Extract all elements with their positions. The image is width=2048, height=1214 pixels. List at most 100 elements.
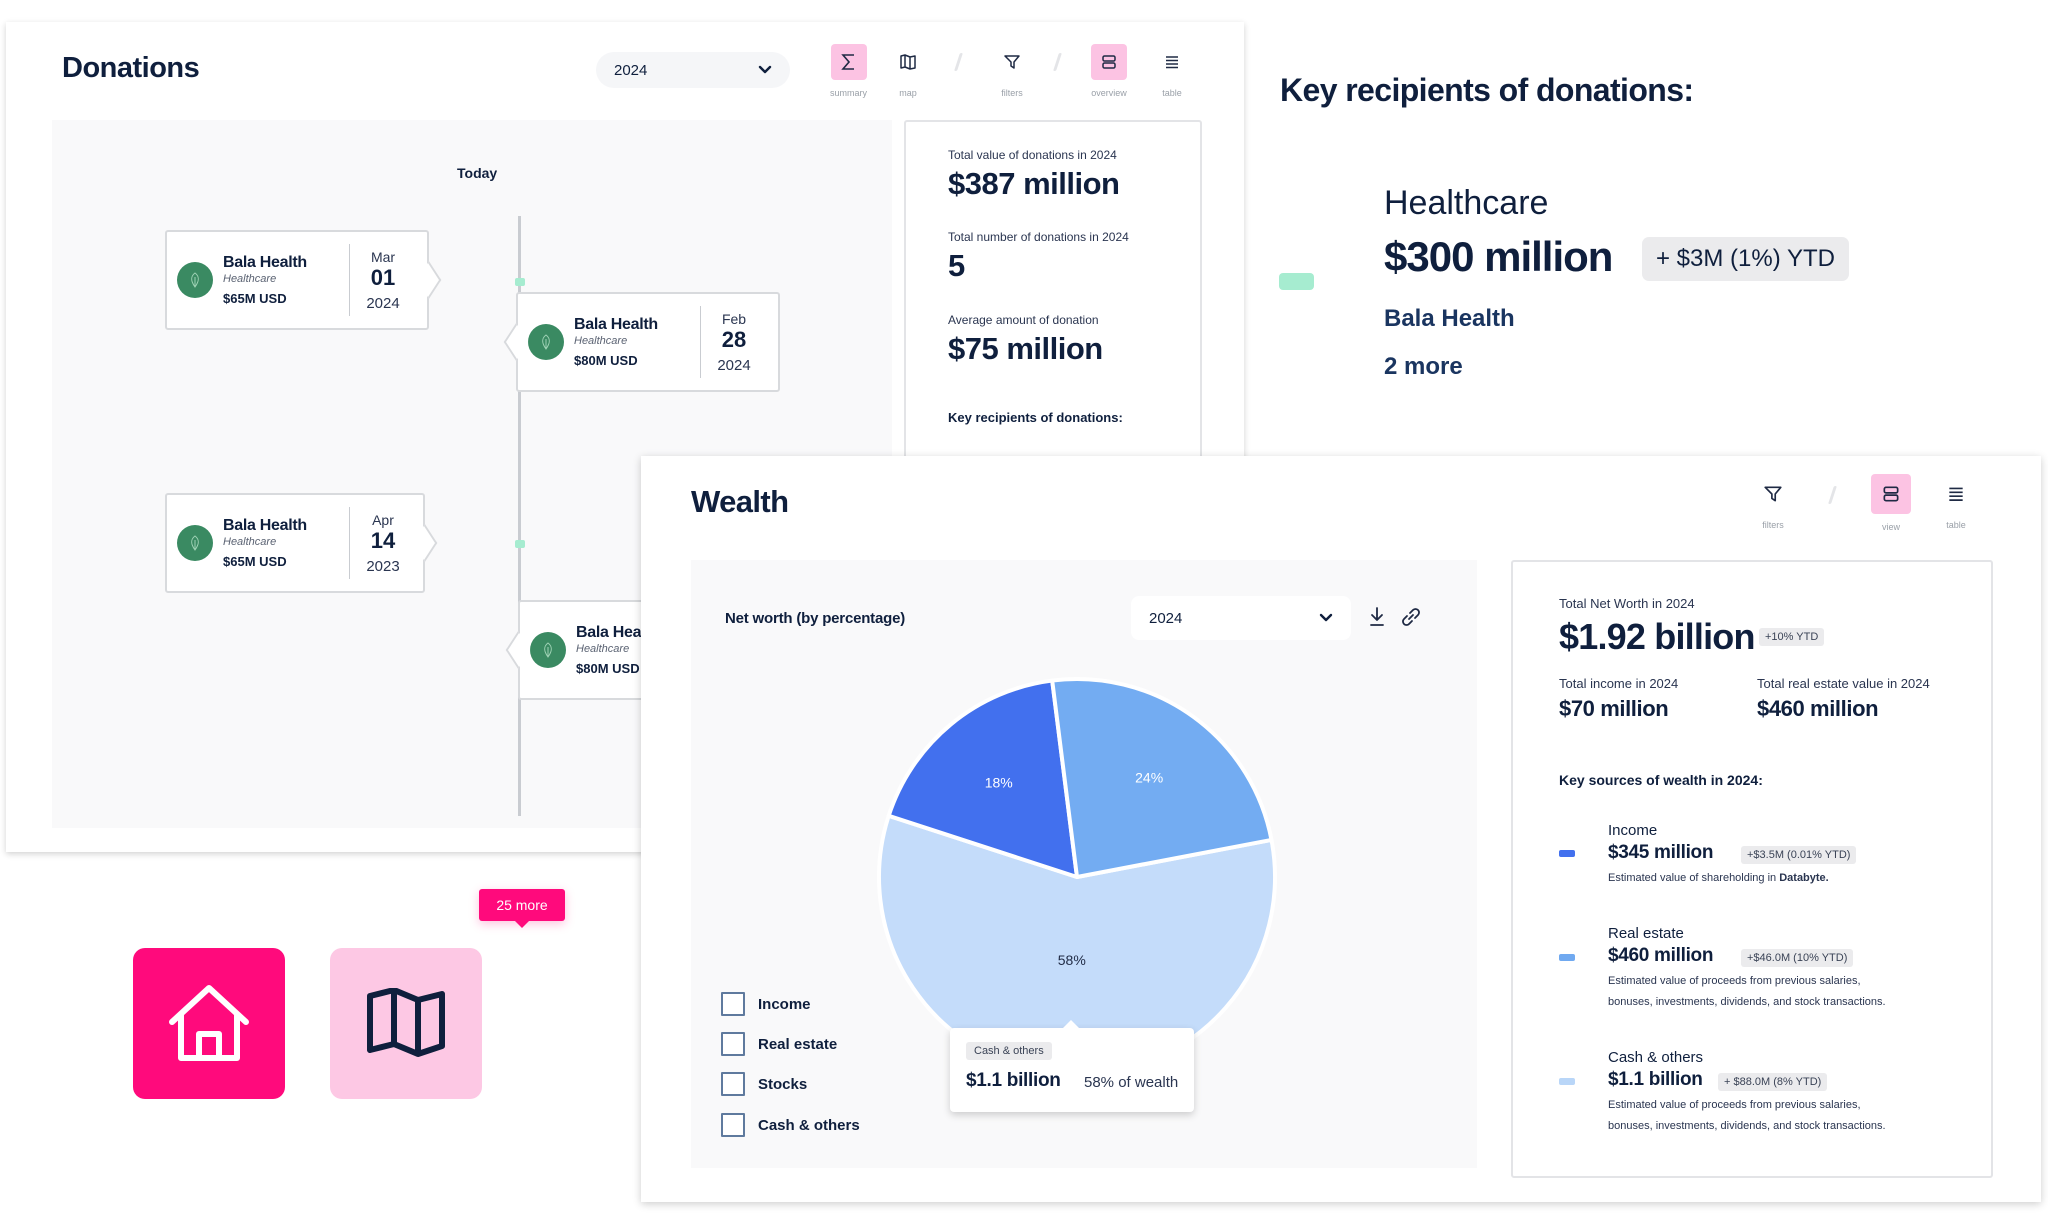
sigma-icon [840, 54, 854, 70]
toolbar-filters[interactable]: filters [1755, 476, 1791, 530]
toolbar-summary[interactable]: summary [830, 44, 867, 98]
home-tile-button[interactable] [133, 948, 285, 1099]
map-icon [367, 987, 445, 1057]
description-line: Estimated value of proceeds from previou… [1608, 1099, 1861, 1111]
income-label: Total income in 2024 [1559, 676, 1679, 691]
tooltip-category-tag: Cash & others [966, 1042, 1052, 1060]
list-icon [1949, 487, 1963, 501]
average-label: Average amount of donation [948, 313, 1099, 327]
real-estate-label: Total real estate value in 2024 [1757, 676, 1930, 691]
donation-amount: $65M USD [223, 554, 287, 569]
toolbar-table[interactable]: table [1938, 476, 1974, 530]
donation-card[interactable]: Bala Health Healthcare $65M USD Mar 01 2… [165, 230, 442, 330]
toolbar-table-label: table [1162, 88, 1182, 98]
source-name: Income [1608, 822, 1658, 839]
rows-icon [1102, 55, 1116, 69]
real-estate-value: $460 million [1757, 696, 1879, 721]
source-value: $460 million [1608, 945, 1714, 966]
toolbar-separator [1053, 53, 1062, 71]
card-pointer [412, 524, 438, 562]
donation-day: 28 [721, 326, 747, 352]
leaf-icon [544, 642, 552, 658]
recipient-category: Healthcare [223, 536, 277, 548]
recipient-category: Healthcare [223, 273, 277, 285]
recipient-logo [177, 262, 213, 298]
tooltip-percentage: 58% of wealth [1084, 1074, 1179, 1091]
home-icon [169, 984, 249, 1061]
legend-item-stocks[interactable]: Stocks [721, 1072, 807, 1096]
donation-amount: $65M USD [223, 291, 287, 306]
description-text: Estimated value of shareholding in [1608, 872, 1780, 884]
donations-year-select[interactable]: 2024 [596, 52, 790, 88]
donation-card[interactable]: Bala Health Healthcare $80M USD Feb 28 2… [503, 292, 780, 392]
source-value: $1.1 billion [1608, 1069, 1703, 1090]
more-donations-button[interactable]: 25 more [479, 889, 565, 928]
checkbox[interactable] [721, 1032, 745, 1056]
toolbar-overview[interactable]: overview [1091, 44, 1127, 98]
legend-item-income[interactable]: Income [721, 992, 811, 1016]
source-name: Real estate [1608, 925, 1684, 942]
donation-month: Mar [370, 248, 396, 265]
legend-item-real-estate[interactable]: Real estate [721, 1032, 837, 1056]
source-ytd-badge: +$46.0M (10% YTD) [1741, 949, 1854, 967]
recipient-name: Bala Health [223, 517, 307, 534]
legend-item-cash-others[interactable]: Cash & others [721, 1113, 860, 1137]
leaf-icon [191, 272, 199, 288]
timeline-marker [515, 540, 525, 548]
net-worth-chart-card: Net worth (by percentage) 2024 58% 18% 24%… [691, 560, 1477, 1168]
donation-amount: $80M USD [574, 353, 638, 368]
recipient-name-link[interactable]: Bala Health [1384, 305, 1515, 333]
more-recipients-link[interactable]: 2 more [1384, 353, 1463, 381]
donation-month: Apr [372, 511, 394, 528]
toolbar-view[interactable]: view [1871, 474, 1911, 532]
recipient-category: Healthcare [1384, 184, 1549, 222]
donation-day: 14 [370, 527, 396, 553]
donation-card[interactable]: Bala Health Healthcare $65M USD Apr 14 2… [165, 493, 438, 593]
toolbar-filters-label: filters [1001, 88, 1023, 98]
today-label: Today [457, 165, 498, 181]
pie-slice-label: 18% [985, 774, 1013, 790]
source-ytd-badge: +$3.5M (0.01% YTD) [1741, 846, 1857, 864]
description-line: bonuses, investments, dividends, and sto… [1608, 996, 1886, 1008]
total-value: $387 million [948, 166, 1120, 201]
income-value: $70 million [1559, 696, 1669, 721]
wealth-summary-card: Total Net Worth in 2024 $1.92 billion +1… [1511, 560, 1993, 1178]
source-swatch [1559, 954, 1575, 961]
toolbar-table[interactable]: table [1154, 44, 1190, 98]
donation-year: 2024 [366, 294, 400, 312]
timeline-marker [515, 278, 525, 286]
source-swatch [1559, 1078, 1575, 1085]
wealth-title: Wealth [691, 484, 789, 519]
checkbox[interactable] [721, 1113, 745, 1137]
toolbar-map[interactable]: map [890, 44, 926, 98]
recipient-total-value: $300 million [1384, 233, 1613, 280]
map-tile-button[interactable] [330, 948, 482, 1099]
recipient-logo [528, 324, 564, 360]
total-count: 5 [948, 248, 965, 283]
source-description: Estimated value of proceeds from previou… [1608, 1095, 1886, 1137]
card-pointer [416, 261, 442, 299]
total-count-label: Total number of donations in 2024 [948, 230, 1129, 244]
toolbar-table-label: table [1946, 520, 1966, 530]
donation-year: 2024 [717, 356, 751, 374]
rows-icon [1883, 486, 1899, 502]
leaf-icon [542, 334, 550, 350]
category-swatch [1279, 273, 1314, 290]
ytd-badge: + $3M (1%) YTD [1642, 237, 1849, 281]
recipient-category: Healthcare [574, 335, 628, 347]
recipient-name: Bala Health [574, 316, 658, 333]
source-description: Estimated value of proceeds from previou… [1608, 971, 1886, 1013]
checkbox[interactable] [721, 992, 745, 1016]
checkbox[interactable] [721, 1072, 745, 1096]
toolbar-summary-label: summary [830, 88, 868, 98]
key-recipients-title: Key recipients of donations: [1280, 72, 1694, 108]
chart-tooltip: Cash & others $1.1 billion 58% of wealth [950, 1020, 1194, 1112]
total-value-label: Total value of donations in 2024 [948, 148, 1117, 162]
net-worth-label: Total Net Worth in 2024 [1559, 596, 1695, 611]
toolbar-filters[interactable]: filters [994, 44, 1030, 98]
card-pointer [503, 323, 529, 361]
filter-icon [1764, 486, 1782, 502]
source-swatch [1559, 850, 1575, 857]
tooltip-value: $1.1 billion [966, 1070, 1061, 1091]
filter-icon [1004, 55, 1020, 69]
